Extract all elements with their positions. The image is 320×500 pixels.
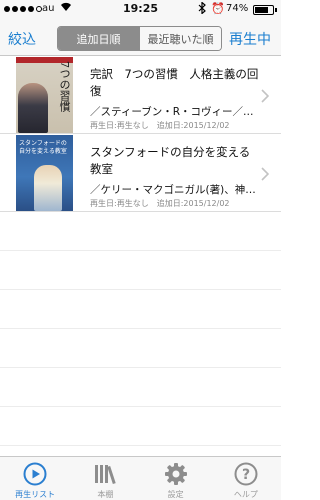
tab-bar: 再生リスト 本棚 設定 ? ヘルプ — [0, 456, 281, 500]
book-meta: 再生日:再生なし 追加日:2015/12/02 — [90, 121, 230, 130]
book-author: ／スティーブン・R・コヴィー／著... — [90, 106, 262, 118]
book-cover: 7つの習慣 — [16, 57, 73, 133]
tab-label: 再生リスト — [15, 490, 56, 499]
now-playing-button[interactable]: 再生中 — [229, 29, 271, 49]
svg-text:?: ? — [242, 467, 250, 483]
tab-label: ヘルプ — [233, 490, 258, 499]
battery-icon — [253, 5, 274, 15]
cover-title: 7つの習慣 — [58, 61, 71, 112]
segment-recently-played[interactable]: 最近聴いた順 — [139, 27, 221, 50]
playlist: 7つの習慣 完訳 7つの習慣 人格主義の回復 ／スティーブン・R・コヴィー／著.… — [0, 56, 281, 456]
alarm-icon: ⏰ — [211, 2, 225, 15]
book-title: 完訳 7つの習慣 人格主義の回復 — [90, 67, 259, 98]
tab-settings[interactable]: 設定 — [141, 457, 211, 500]
tab-playlist[interactable]: 再生リスト — [0, 457, 70, 500]
book-title: スタンフォードの自分を変える教室 — [90, 145, 251, 176]
filter-button[interactable]: 絞込 — [8, 29, 36, 49]
empty-row — [0, 329, 281, 368]
tab-bookshelf[interactable]: 本棚 — [70, 457, 140, 500]
play-circle-icon — [0, 461, 70, 487]
sort-segmented-control: 追加日順 最近聴いた順 — [57, 26, 222, 51]
tab-label: 本棚 — [97, 490, 114, 499]
book-author: ／ケリー・マクゴニガル(著)、神崎... — [90, 184, 262, 196]
empty-row — [0, 212, 281, 251]
cover-title: スタンフォードの自分を変える教室 — [19, 140, 67, 155]
tab-label: 設定 — [167, 490, 184, 499]
bluetooth-icon — [198, 1, 206, 17]
list-item[interactable]: スタンフォードの自分を変える教室 スタンフォードの自分を変える教室 ／ケリー・マ… — [0, 134, 281, 212]
book-meta: 再生日:再生なし 追加日:2015/12/02 — [90, 199, 230, 208]
chevron-right-icon — [261, 166, 270, 185]
segment-added-date[interactable]: 追加日順 — [58, 27, 139, 50]
book-cover: スタンフォードの自分を変える教室 — [16, 135, 73, 211]
battery-percent: 74% — [226, 3, 249, 14]
empty-row — [0, 251, 281, 290]
navigation-bar: 絞込 追加日順 最近聴いた順 再生中 — [0, 20, 281, 56]
bookshelf-icon — [70, 461, 140, 487]
gear-icon — [141, 461, 211, 487]
tab-help[interactable]: ? ヘルプ — [211, 457, 281, 500]
battery-tip — [275, 8, 277, 12]
chevron-right-icon — [261, 88, 270, 107]
status-bar: au 19:25 ⏰ 74% — [0, 0, 281, 20]
empty-row — [0, 407, 281, 446]
empty-row — [0, 290, 281, 329]
empty-row — [0, 368, 281, 407]
help-icon: ? — [211, 461, 281, 487]
list-item[interactable]: 7つの習慣 完訳 7つの習慣 人格主義の回復 ／スティーブン・R・コヴィー／著.… — [0, 56, 281, 134]
